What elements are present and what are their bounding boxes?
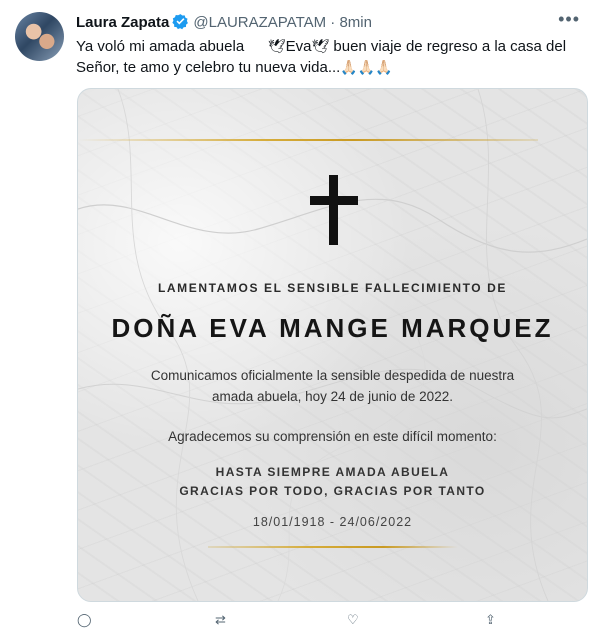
deceased-name: DOÑA EVA MANGE MARQUEZ [111, 313, 554, 343]
author-name[interactable]: Laura Zapata [76, 14, 169, 31]
gold-divider-top [78, 139, 538, 141]
tweet-media-card[interactable]: LAMENTAMOS EL SENSIBLE FALLECIMIENTO DE … [77, 88, 588, 602]
like-icon[interactable]: ♡ [347, 612, 359, 628]
card-message-1-line2: amada abuela, hoy 24 de junio de 2022. [212, 389, 453, 404]
tweet-eva: Eva [285, 38, 312, 55]
tweet-line1-rest: buen viaje de regreso a la casa del [333, 38, 567, 55]
card-message-1-line1: Comunicamos oficialmente la sensible des… [150, 368, 515, 383]
timestamp[interactable]: 8min [339, 14, 372, 31]
tweet-header: Laura Zapata @LAURAZAPATAM · 8min ••• [76, 9, 580, 34]
card-message-2: Agradecemos su comprensión en este difíc… [168, 429, 497, 444]
separator-dot: · [330, 14, 336, 31]
tweet-line2: Señor, te amo y celebro tu nueva vida... [76, 59, 341, 76]
card-closing: HASTA SIEMPRE AMADA ABUELA GRACIAS POR T… [78, 463, 587, 501]
card-message-1: Comunicamos oficialmente la sensible des… [78, 365, 587, 407]
tweet-line1: Ya voló mi amada abuela [76, 38, 245, 55]
more-horizontal-icon[interactable]: ••• [558, 9, 580, 30]
cross-icon [310, 175, 358, 245]
card-closing-2: GRACIAS POR TODO, GRACIAS POR TANTO [179, 484, 486, 498]
card-subtitle: LAMENTAMOS EL SENSIBLE FALLECIMIENTO DE [157, 281, 508, 295]
author-handle[interactable]: @LAURAZAPATAM [193, 14, 326, 31]
reply-icon[interactable]: ◯ [77, 612, 92, 628]
card-closing-1: HASTA SIEMPRE AMADA ABUELA [215, 465, 450, 479]
tweet-actions: ◯ ⇄ ♡ ⇪ [77, 612, 507, 628]
retweet-icon[interactable]: ⇄ [215, 612, 226, 628]
verified-badge-icon [172, 13, 189, 34]
share-icon[interactable]: ⇪ [485, 612, 496, 628]
dove-icon: 🕊 [248, 38, 286, 54]
folded-hands-icon: 🙏🏻🙏🏻🙏🏻 [340, 59, 393, 75]
tweet-text: Ya voló mi amada abuela 🕊Eva🕊 buen viaje… [76, 36, 581, 78]
card-dates: 18/01/1918 - 24/06/2022 [252, 515, 413, 529]
dove-icon: 🕊 [311, 38, 330, 54]
gold-divider-bottom [208, 546, 458, 548]
avatar[interactable] [15, 12, 64, 61]
